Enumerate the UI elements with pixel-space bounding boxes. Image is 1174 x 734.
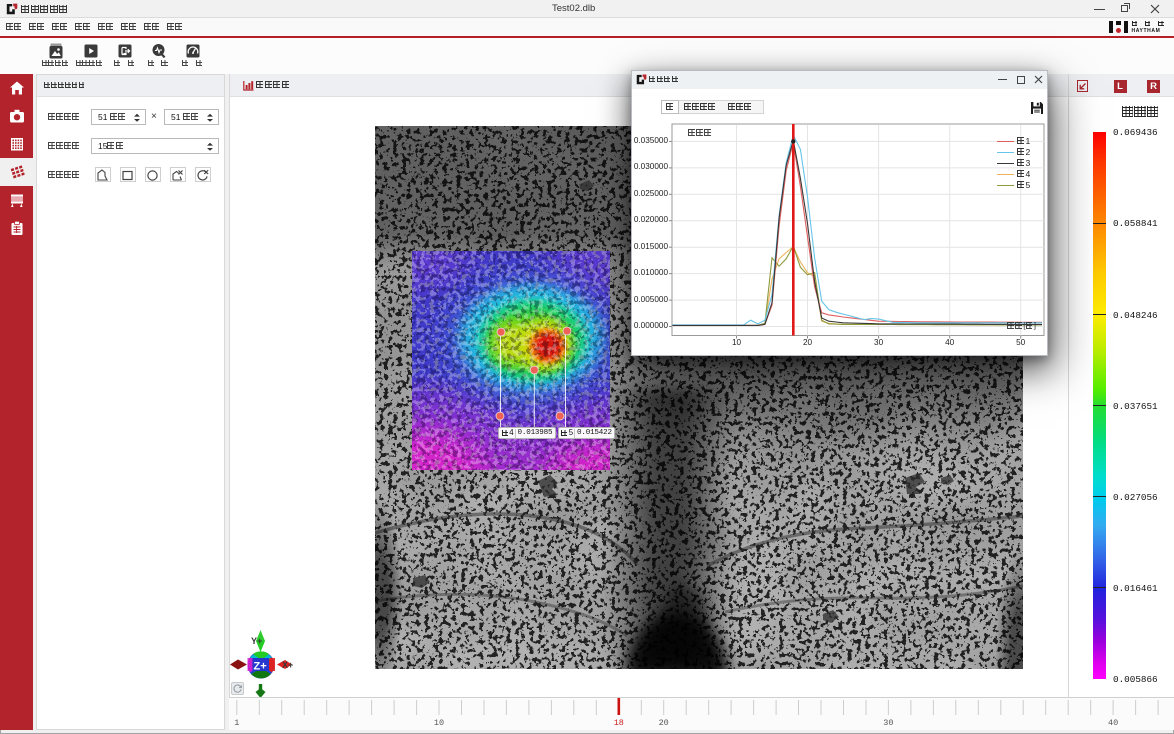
svg-text:X+: X+ [282, 660, 293, 670]
svg-text:Z+: Z+ [254, 661, 267, 673]
svg-text:Y+: Y+ [251, 636, 262, 646]
